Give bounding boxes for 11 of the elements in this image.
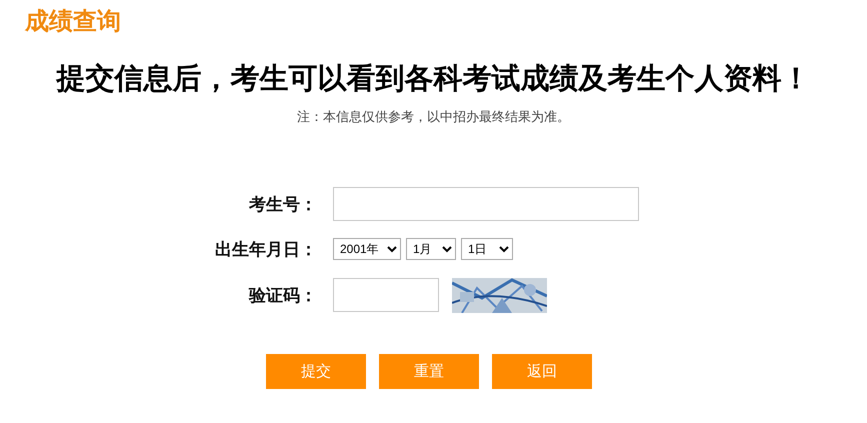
dropdown[interactable]: 1月 [406, 238, 456, 260]
field-label: 出生年月日： [215, 238, 318, 260]
input-field[interactable] [333, 187, 639, 221]
note-text: 注：本信息仅供参考，以中招办最终结果为准。 [296, 109, 571, 126]
page-title: 成绩查询 [25, 6, 122, 37]
dropdown[interactable]: 2001年 [333, 238, 401, 260]
headline: 提交信息后，考生可以看到各科考试成绩及考生个人资料！ [54, 60, 812, 97]
field-label: 考生号： [249, 194, 318, 216]
field-label: 验证码： [249, 284, 318, 306]
dropdown[interactable]: 1日 [461, 238, 513, 260]
input-field[interactable] [333, 278, 439, 312]
